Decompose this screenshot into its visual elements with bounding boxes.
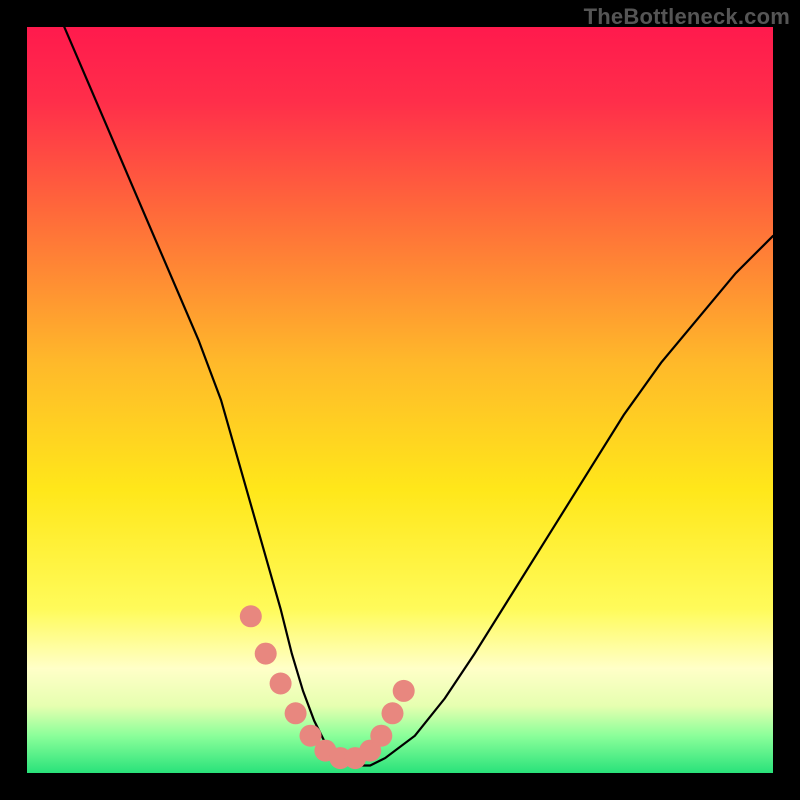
plot-area	[27, 27, 773, 773]
highlight-dot	[240, 605, 262, 627]
highlight-dot	[393, 680, 415, 702]
highlight-dot	[255, 643, 277, 665]
highlight-dot	[382, 702, 404, 724]
highlight-dot	[270, 673, 292, 695]
highlight-dot	[370, 725, 392, 747]
gradient-background	[27, 27, 773, 773]
chart-frame: TheBottleneck.com	[0, 0, 800, 800]
highlight-dot	[285, 702, 307, 724]
chart-svg	[27, 27, 773, 773]
